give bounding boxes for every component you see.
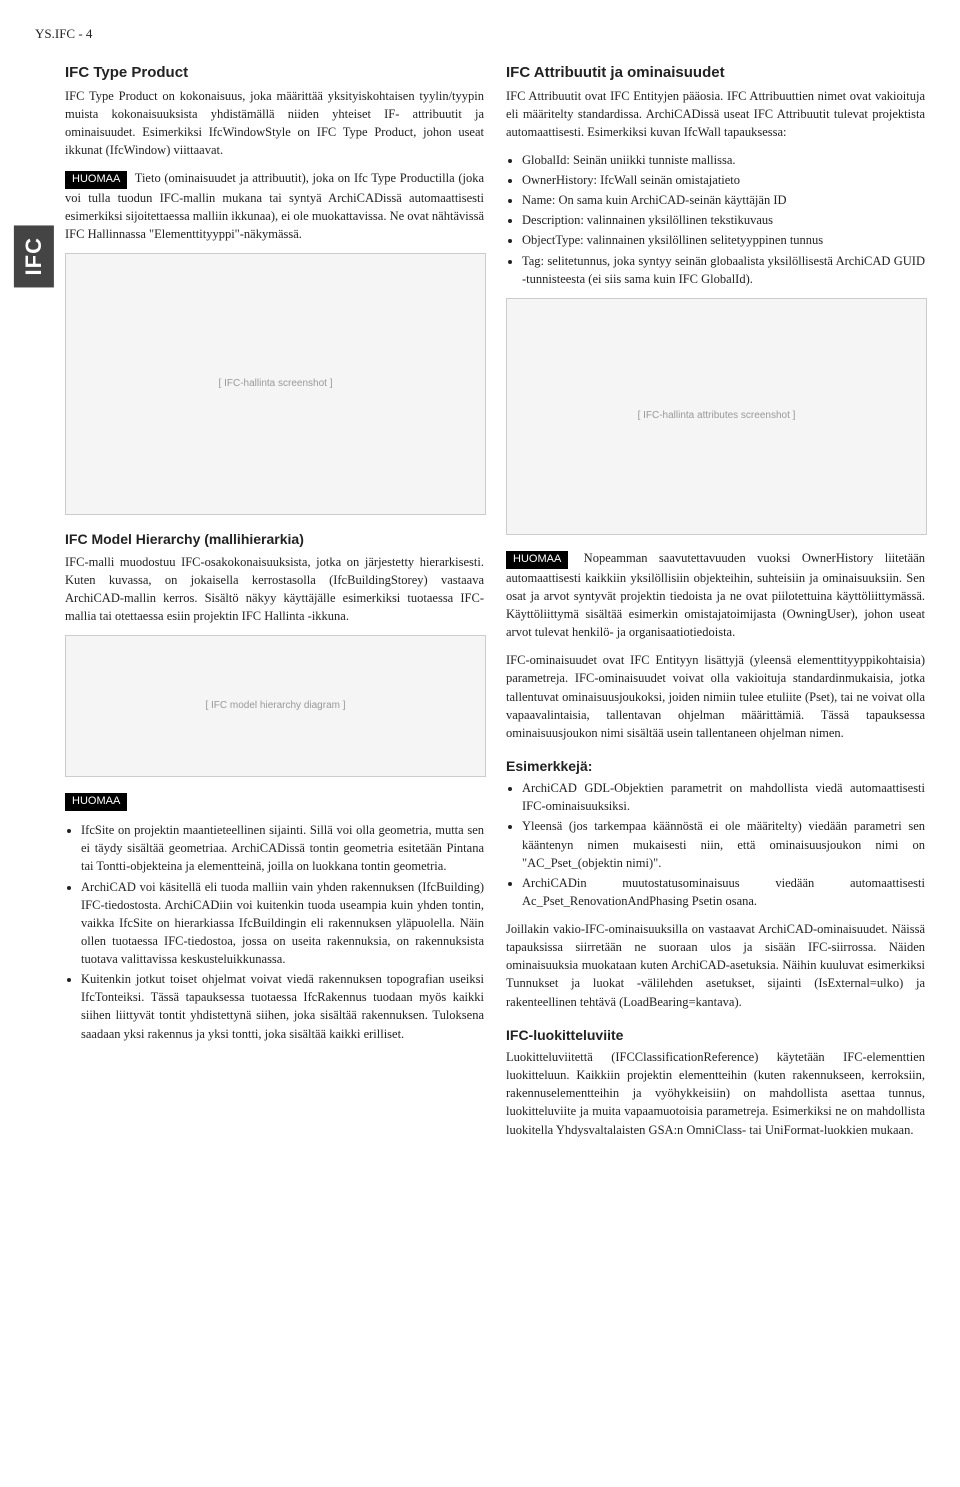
screenshot-placeholder: [ IFC model hierarchy diagram ]: [65, 635, 486, 777]
list-item: Name: On sama kuin ArchiCAD-seinän käytt…: [522, 191, 925, 209]
screenshot-placeholder: [ IFC-hallinta attributes screenshot ]: [506, 298, 927, 535]
side-tab: IFC: [14, 225, 54, 287]
list-item: ArchiCAD voi käsitellä eli tuoda malliin…: [81, 878, 484, 969]
body-text: IFC-malli muodostuu IFC-osakokonaisuuksi…: [65, 553, 484, 626]
body-text: Luokitteluviitettä (IFCClassificationRef…: [506, 1048, 925, 1139]
body-text: IFC Attribuutit ovat IFC Entityjen pääos…: [506, 87, 925, 141]
list-item: ArchiCADin muutostatusominaisuus viedään…: [522, 874, 925, 910]
note-badge: HUOMAA: [65, 793, 127, 811]
page-code: YS.IFC - 4: [35, 25, 925, 44]
note-badge: HUOMAA: [506, 551, 568, 569]
bullet-list: GlobalId: Seinän uniikki tunniste mallis…: [506, 151, 925, 288]
list-item: ArchiCAD GDL-Objektien parametrit on mah…: [522, 779, 925, 815]
body-text: HUOMAA Tieto (ominaisuudet ja attribuuti…: [65, 169, 484, 243]
bullet-list: ArchiCAD GDL-Objektien parametrit on mah…: [506, 779, 925, 910]
list-item: ObjectType: valinnainen yksilöllinen sel…: [522, 231, 925, 249]
left-column: IFC Type Product IFC Type Product on kok…: [65, 62, 484, 1149]
note-badge: HUOMAA: [65, 171, 127, 189]
body-text: HUOMAA Nopeamman saavutettavuuden vuoksi…: [506, 549, 925, 641]
body-text: Joillakin vakio-IFC-ominaisuuksilla on v…: [506, 920, 925, 1011]
heading: IFC Attribuutit ja ominaisuudet: [506, 62, 925, 84]
list-item: Yleensä (jos tarkempaa käännöstä ei ole …: [522, 817, 925, 871]
list-item: OwnerHistory: IfcWall seinän omistajatie…: [522, 171, 925, 189]
list-item: Tag: selitetunnus, joka syntyy seinän gl…: [522, 252, 925, 288]
heading: Esimerkkejä:: [506, 756, 925, 776]
list-item: Description: valinnainen yksilöllinen te…: [522, 211, 925, 229]
right-column: IFC Attribuutit ja ominaisuudet IFC Attr…: [506, 62, 925, 1149]
heading: IFC Model Hierarchy (mallihierarkia): [65, 529, 484, 549]
list-item: IfcSite on projektin maantieteellinen si…: [81, 821, 484, 875]
bullet-list: IfcSite on projektin maantieteellinen si…: [65, 821, 484, 1043]
heading: IFC-luokitteluviite: [506, 1025, 925, 1045]
screenshot-placeholder: [ IFC-hallinta screenshot ]: [65, 253, 486, 515]
body-text: IFC-ominaisuudet ovat IFC Entityyn lisät…: [506, 651, 925, 742]
list-item: GlobalId: Seinän uniikki tunniste mallis…: [522, 151, 925, 169]
heading: IFC Type Product: [65, 62, 484, 84]
body-text: IFC Type Product on kokonaisuus, joka mä…: [65, 87, 484, 160]
list-item: Kuitenkin jotkut toiset ohjelmat voivat …: [81, 970, 484, 1043]
